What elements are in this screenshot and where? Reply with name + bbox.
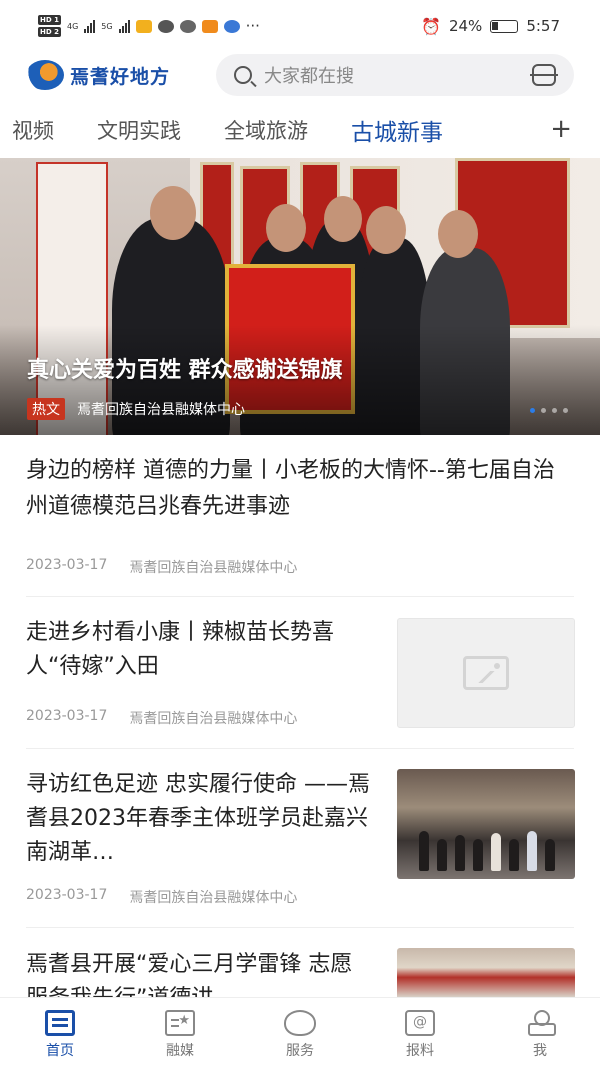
scan-icon[interactable] [530, 64, 558, 86]
carousel-dot[interactable] [552, 408, 557, 413]
carousel-indicator[interactable] [530, 408, 568, 413]
signal-icon [84, 19, 96, 33]
service-icon [284, 1010, 316, 1036]
news-source: 焉耆回族自治县融媒体中心 [129, 890, 298, 906]
home-icon [45, 1010, 75, 1036]
tab-video[interactable]: 视频 [12, 115, 54, 145]
news-item[interactable]: 寻访红色足迹 忠实履行使命 ——焉耆县2023年春季主体班学员赴嘉兴南湖革… [26, 768, 371, 870]
app-logo[interactable]: 焉耆好地方 [26, 60, 216, 90]
news-thumbnail-placeholder[interactable] [397, 618, 575, 728]
news-title: 身边的榜样 道德的力量丨小老板的大情怀--第七届自治州道德模范吕兆春先进事迹 [26, 458, 555, 519]
search-icon [234, 66, 252, 84]
nav-service[interactable]: 服务 [240, 998, 360, 1067]
thumbnail-figure [419, 831, 429, 871]
carousel-dot[interactable] [563, 408, 568, 413]
hd-indicator: HD 1 HD 2 [38, 15, 61, 37]
report-icon [405, 1010, 435, 1036]
logo-text: 焉耆好地方 [70, 65, 171, 88]
battery-icon [490, 19, 519, 33]
thumbnail-figure [509, 839, 519, 871]
carousel-dot[interactable] [530, 408, 535, 413]
thumbnail-figure [527, 831, 537, 871]
status-bar: HD 1 HD 2 4G 5G ··· ⏰ 24% 5:57 [0, 0, 600, 52]
hero-title[interactable]: 真心关爱为百姓 群众感谢送锦旗 [27, 352, 343, 384]
news-item[interactable]: 走进乡村看小康丨辣椒苗长势喜人“待嫁”入田 [26, 616, 366, 684]
news-source: 焉耆回族自治县融媒体中心 [129, 711, 298, 727]
news-source: 焉耆回族自治县融媒体中心 [129, 560, 298, 576]
hero-banner[interactable] [0, 158, 600, 435]
hero-photo-head [366, 206, 406, 254]
search-placeholder: 大家都在搜 [264, 66, 354, 87]
divider [26, 927, 574, 928]
hero-meta: 热文 焉耆回族自治县融媒体中心 [27, 398, 245, 420]
battery-percent: 24% [448, 17, 483, 35]
news-title: 寻访红色足迹 忠实履行使命 ——焉耆县2023年春季主体班学员赴嘉兴南湖革… [26, 772, 370, 865]
media-icon [165, 1010, 195, 1036]
hero-photo-head [438, 210, 478, 258]
hd1-label: HD 1 [38, 15, 61, 25]
news-meta: 2023-03-17 焉耆回族自治县融媒体中心 [26, 708, 297, 728]
hero-source: 焉耆回族自治县融媒体中心 [77, 402, 245, 418]
channel-tabs: 视频 文明实践 全域旅游 古城新事 + [0, 108, 600, 152]
thumbnail-figure [455, 835, 465, 871]
network-type-1: 4G [66, 21, 79, 31]
app-header: 焉耆好地方 大家都在搜 [0, 52, 600, 98]
image-placeholder-icon [463, 656, 509, 690]
add-channel-button[interactable]: + [550, 116, 572, 142]
status-left: HD 1 HD 2 4G 5G ··· [38, 15, 260, 37]
network-type-2: 5G [101, 21, 113, 31]
mail-app-icon [135, 19, 152, 33]
news-thumbnail[interactable] [397, 769, 575, 879]
bottom-nav: 首页 融媒 服务 报料 我 [0, 997, 600, 1067]
news-meta: 2023-03-17 焉耆回族自治县融媒体中心 [26, 557, 297, 577]
audio-app-icon [179, 19, 196, 33]
tab-old-city-news[interactable]: 古城新事 [351, 113, 443, 147]
nav-profile-label: 我 [533, 1043, 547, 1059]
thumbnail-figure [491, 833, 501, 871]
thumbnail-figure [437, 839, 447, 871]
thumbnail-figure [545, 839, 555, 871]
signal-icon-2 [118, 19, 130, 33]
tab-civilization-practice[interactable]: 文明实践 [97, 115, 181, 145]
nav-media[interactable]: 融媒 [120, 998, 240, 1067]
more-notifications-icon: ··· [245, 17, 260, 35]
nav-report[interactable]: 报料 [360, 998, 480, 1067]
hd2-label: HD 2 [38, 27, 61, 37]
hot-badge: 热文 [27, 398, 65, 420]
nav-home[interactable]: 首页 [0, 998, 120, 1067]
news-date: 2023-03-17 [26, 887, 108, 903]
news-date: 2023-03-17 [26, 557, 108, 573]
nav-service-label: 服务 [286, 1043, 314, 1059]
profile-icon [526, 1010, 556, 1036]
hero-photo-head [266, 204, 306, 252]
status-right: ⏰ 24% 5:57 [421, 17, 560, 36]
news-thumbnail[interactable] [397, 948, 575, 997]
nav-media-label: 融媒 [166, 1043, 194, 1059]
divider [26, 748, 574, 749]
news-item[interactable]: 焉耆县开展“爱心三月学雷锋 志愿服务我先行”道德讲 [26, 948, 371, 997]
message-app-icon [157, 19, 174, 33]
nav-profile[interactable]: 我 [480, 998, 600, 1067]
news-date: 2023-03-17 [26, 708, 108, 724]
hero-photo-head [150, 186, 196, 240]
nav-home-label: 首页 [46, 1043, 74, 1059]
divider [26, 596, 574, 597]
alarm-icon: ⏰ [421, 16, 441, 36]
tab-tourism[interactable]: 全域旅游 [224, 115, 308, 145]
nav-report-label: 报料 [406, 1043, 434, 1059]
clock: 5:57 [526, 17, 560, 35]
news-meta: 2023-03-17 焉耆回族自治县融媒体中心 [26, 887, 297, 907]
news-title: 走进乡村看小康丨辣椒苗长势喜人“待嫁”入田 [26, 620, 335, 679]
carousel-dot[interactable] [541, 408, 546, 413]
news-item[interactable]: 身边的榜样 道德的力量丨小老板的大情怀--第七届自治州道德模范吕兆春先进事迹 [26, 453, 574, 525]
news-title: 焉耆县开展“爱心三月学雷锋 志愿服务我先行”道德讲 [26, 952, 353, 997]
search-bar[interactable]: 大家都在搜 [216, 54, 574, 96]
hero-photo-head [324, 196, 362, 242]
browser-app-icon [223, 19, 240, 33]
shop-app-icon [201, 19, 218, 33]
thumbnail-figure [473, 839, 483, 871]
logo-mark-icon [26, 60, 64, 90]
